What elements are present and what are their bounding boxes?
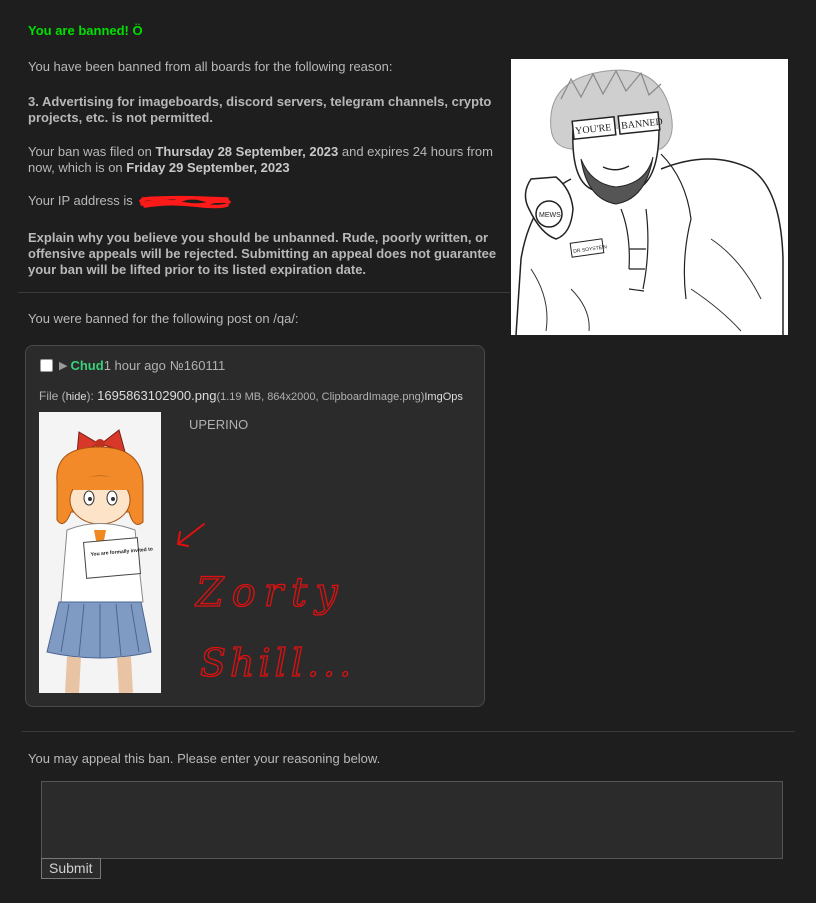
ban-filed-text: Your ban was filed on Thursday 28 Septem… xyxy=(28,144,510,176)
appeal-prompt: You may appeal this ban. Please enter yo… xyxy=(28,751,381,766)
banner-text-mews: MEWS xyxy=(539,212,561,219)
ip-line: Your IP address is xyxy=(28,193,232,209)
hide-link[interactable]: hide xyxy=(66,391,87,403)
ban-reason: 3. Advertising for imageboards, discord … xyxy=(28,94,492,125)
ban-title: You are banned! Ö xyxy=(28,23,143,38)
imgops-link[interactable]: ImgOps xyxy=(424,391,463,403)
scrawl-text-zorty: Zorty xyxy=(194,570,346,616)
filed-date: Thursday 28 September, 2023 xyxy=(155,144,339,159)
file-info: File (hide): 1695863102900.png(1.19 MB, … xyxy=(39,388,463,403)
post-menu-triangle-icon[interactable]: ▶ xyxy=(59,359,67,372)
expiry-date: Friday 29 September, 2023 xyxy=(126,160,290,175)
appeal-reason-textarea[interactable] xyxy=(41,781,783,859)
ban-intro-text: You have been banned from all boards for… xyxy=(28,59,393,74)
ip-label: Your IP address is xyxy=(28,193,133,208)
ban-banner-image: YOU'RE BANNED MEWS DR SOYSTEIN xyxy=(511,59,788,336)
file-label: File xyxy=(39,389,59,403)
divider xyxy=(18,292,510,293)
scrawl-text-shill: Shill... xyxy=(200,641,355,685)
anime-girl-image: You are formally invited to xyxy=(46,429,153,694)
post-checkbox[interactable] xyxy=(40,359,53,372)
post-number[interactable]: №160111 xyxy=(170,358,225,373)
post-time: 1 hour ago xyxy=(103,358,166,373)
post-header: ▶ Chud 1 hour ago №160111 xyxy=(40,358,225,373)
banned-post: ▶ Chud 1 hour ago №160111 File (hide): 1… xyxy=(25,345,485,707)
submit-button[interactable]: Submit xyxy=(41,858,101,879)
post-comment: UPERINO xyxy=(189,417,249,432)
poster-name: Chud xyxy=(70,358,104,373)
red-scrawl-annotation: Zorty Shill... xyxy=(177,523,355,686)
appeal-instructions: Explain why you believe you should be un… xyxy=(28,230,497,277)
banned-chad-drawing: YOU'RE BANNED MEWS DR SOYSTEIN xyxy=(515,69,784,336)
filed-pre: Your ban was filed on xyxy=(28,144,156,159)
divider xyxy=(22,731,795,732)
file-meta: (1.19 MB, 864x2000, ClipboardImage.png) xyxy=(216,391,425,403)
banned-post-intro: You were banned for the following post o… xyxy=(28,311,299,326)
post-thumbnail[interactable]: You are formally invited to xyxy=(39,412,161,694)
file-name-link[interactable]: 1695863102900.png xyxy=(97,388,216,403)
ip-redaction-scribble xyxy=(139,195,232,208)
